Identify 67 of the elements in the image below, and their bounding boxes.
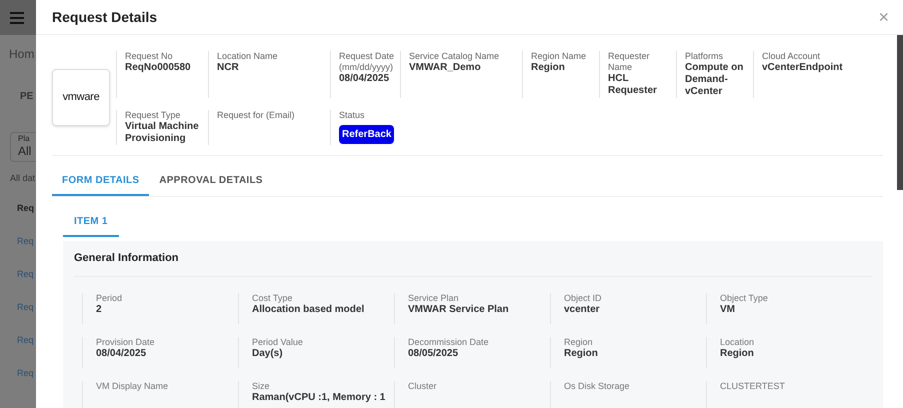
table-link[interactable]: Req: [17, 269, 34, 279]
field-label: Period: [96, 293, 124, 304]
tab[interactable]: ITEM 1: [63, 207, 119, 237]
field-value: Allocation based model: [252, 304, 366, 316]
field-value: VM: [720, 304, 736, 316]
field-label: Request for (Email): [217, 110, 296, 121]
column-header: Req: [17, 202, 34, 212]
close-button[interactable]: ×: [878, 8, 889, 26]
field-label: Os Disk Storage: [564, 381, 631, 392]
field-value: HCL Requester: [608, 73, 658, 97]
field-label: VM Display Name: [96, 381, 170, 392]
field-value: Virtual Machine Provisioning: [125, 121, 200, 145]
field-value: VMWAR_Demo: [409, 62, 482, 74]
field-value: vCenterEndpoint: [762, 62, 844, 74]
menu-icon[interactable]: [10, 12, 24, 24]
field-value: Day(s): [252, 348, 284, 360]
field-value: ReqNo000580: [125, 62, 192, 74]
field-label: Location Name: [217, 51, 279, 62]
field-label: Service Plan: [408, 293, 460, 304]
table-link[interactable]: Req: [17, 335, 34, 345]
field-value: VMWAR Service Plan: [408, 304, 510, 316]
field-label: Cost Type: [252, 293, 294, 304]
table-link[interactable]: Req: [17, 236, 34, 246]
field-value: All: [18, 144, 32, 158]
field-label: Provision Date: [96, 337, 156, 348]
field-value: 08/04/2025: [339, 73, 390, 85]
field-value: Region: [720, 348, 755, 360]
breadcrumb[interactable]: Hom: [9, 47, 34, 61]
table-link[interactable]: Req: [17, 302, 34, 312]
field-label: Status: [339, 110, 366, 121]
field-label: Cluster: [408, 381, 438, 392]
field-value: Region: [531, 62, 566, 74]
field-label: Request No: [125, 51, 174, 62]
field-label: CLUSTERTEST: [720, 381, 786, 392]
field-value: Compute on Demand-vCenter: [685, 62, 744, 98]
scrollbar-thumb[interactable]: [897, 35, 903, 190]
field-label: Region: [564, 337, 594, 348]
field-label: Object ID: [564, 293, 603, 304]
tab[interactable]: PE: [20, 91, 34, 102]
field-value: Raman(vCPU :1, Memory : 1: [252, 392, 386, 404]
vmware-logo: vmware: [52, 69, 110, 126]
field-label: Service Catalog Name: [409, 51, 500, 62]
field-label: Decommission Date: [408, 337, 490, 348]
field-label: Object Type: [720, 293, 769, 304]
field-value: 08/04/2025: [96, 348, 148, 360]
field-label: Pla: [18, 134, 30, 144]
field-label: Request Date (mm/dd/yyyy): [339, 51, 396, 73]
status-badge: ReferBack: [339, 125, 394, 144]
field-label: Location: [720, 337, 756, 348]
field-value: 2: [96, 304, 103, 316]
field-label: Platforms: [685, 51, 724, 62]
field-value: vcenter: [564, 304, 601, 316]
field-label: Cloud Account: [762, 51, 822, 62]
tab[interactable]: APPROVAL DETAILS: [149, 166, 273, 196]
field-label: Size: [252, 381, 271, 392]
table-link[interactable]: Req: [17, 368, 34, 378]
dialog-title: Request Details: [52, 8, 158, 27]
field-label: Requester Name: [608, 51, 651, 73]
field-label: Request Type: [125, 110, 182, 121]
field-label: Region Name: [531, 51, 588, 62]
field-value: Region: [564, 348, 599, 360]
field-value: NCR: [217, 62, 240, 74]
field-value: 08/05/2025: [408, 348, 460, 360]
tab[interactable]: FORM DETAILS: [52, 166, 150, 196]
section-title: General Information: [74, 251, 179, 266]
field-label: Period Value: [252, 337, 304, 348]
caption: All dat: [9, 172, 36, 185]
